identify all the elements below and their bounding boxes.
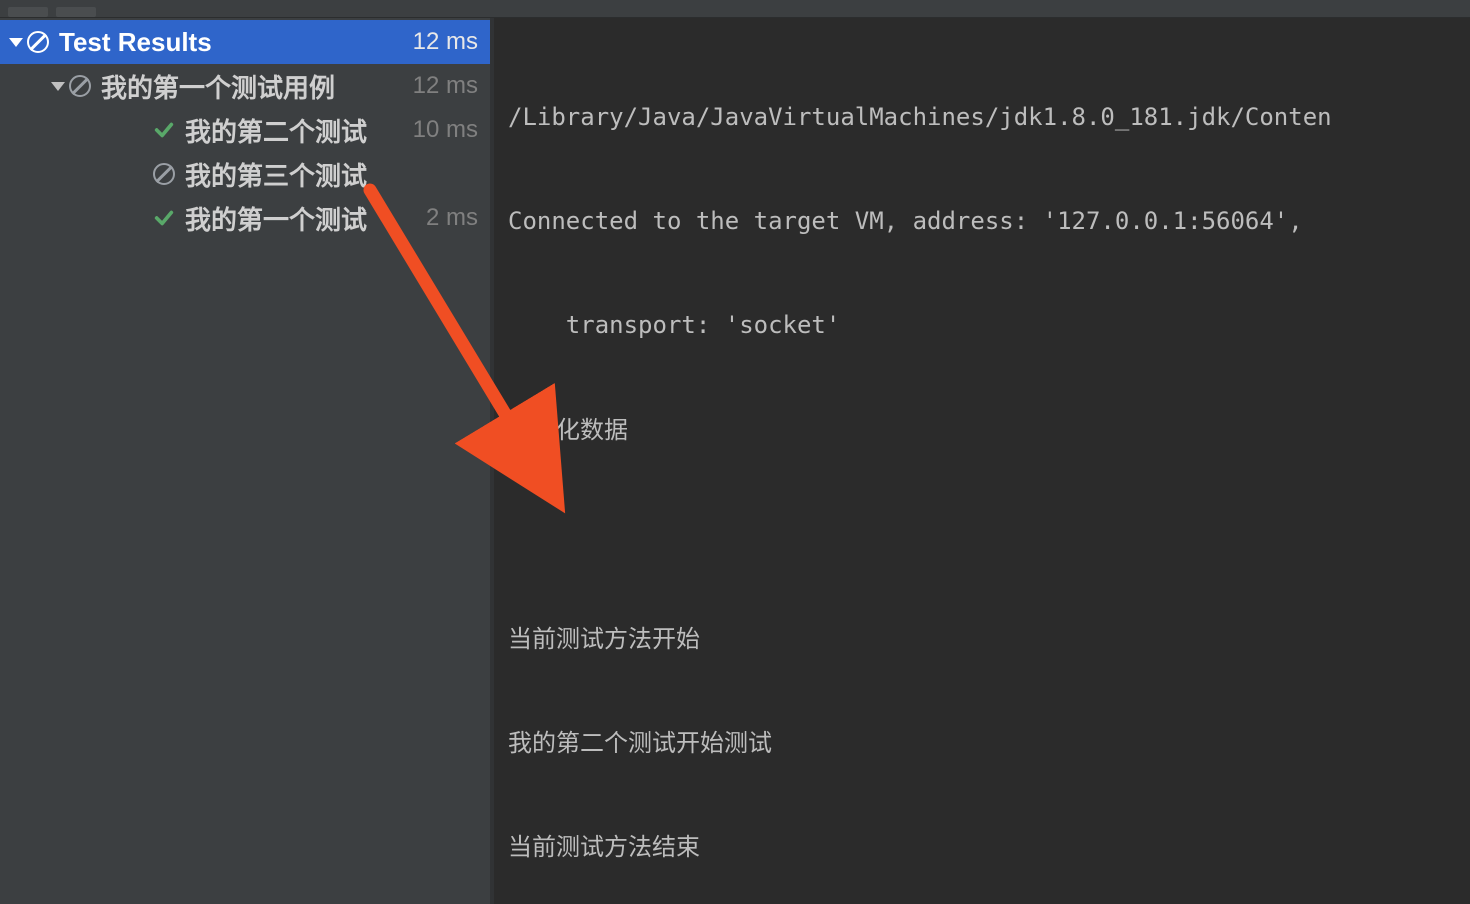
console-line: transport: 'socket' bbox=[508, 308, 1462, 343]
tree-node-root[interactable]: Test Results 12 ms bbox=[0, 20, 490, 64]
tree-node-time: 12 ms bbox=[413, 28, 478, 56]
console-line: Connected to the target VM, address: '12… bbox=[508, 204, 1462, 239]
main-split: Test Results 12 ms 我的第一个测试用例 12 ms 我的第二个… bbox=[0, 18, 1470, 904]
toolbar-strip bbox=[0, 0, 1470, 18]
tree-node-class[interactable]: 我的第一个测试用例 12 ms bbox=[0, 64, 490, 108]
skipped-icon bbox=[26, 30, 50, 54]
console-output[interactable]: /Library/Java/JavaVirtualMachines/jdk1.8… bbox=[494, 18, 1470, 904]
toolbar-placeholder bbox=[8, 7, 48, 17]
tree-node-test[interactable]: 我的第一个测试 2 ms bbox=[0, 196, 490, 240]
expander-icon[interactable] bbox=[48, 82, 68, 91]
console-line: 当前测试方法结束 bbox=[508, 830, 1462, 865]
tree-node-label: 我的第三个测试 bbox=[185, 156, 478, 193]
chevron-down-icon bbox=[51, 82, 65, 91]
skipped-icon bbox=[68, 74, 92, 98]
tree-node-label: 我的第一个测试用例 bbox=[101, 68, 413, 105]
console-line: 我的第二个测试开始测试 bbox=[508, 726, 1462, 761]
tree-node-label: Test Results bbox=[59, 27, 413, 58]
tree-node-time: 10 ms bbox=[413, 116, 478, 144]
tree-node-label: 我的第一个测试 bbox=[185, 200, 426, 237]
console-line bbox=[508, 517, 1462, 552]
console-line: /Library/Java/JavaVirtualMachines/jdk1.8… bbox=[508, 100, 1462, 135]
test-tree-panel[interactable]: Test Results 12 ms 我的第一个测试用例 12 ms 我的第二个… bbox=[0, 18, 494, 904]
tree-node-time: 2 ms bbox=[426, 204, 478, 232]
tree-node-time: 12 ms bbox=[413, 72, 478, 100]
skipped-icon bbox=[152, 162, 176, 186]
console-line: 初始化数据 bbox=[508, 413, 1462, 448]
tree-node-label: 我的第二个测试 bbox=[185, 112, 413, 149]
toolbar-placeholder bbox=[56, 7, 96, 17]
expander-icon[interactable] bbox=[6, 38, 26, 47]
pass-icon bbox=[152, 118, 176, 142]
tree-node-test[interactable]: 我的第二个测试 10 ms bbox=[0, 108, 490, 152]
pass-icon bbox=[152, 206, 176, 230]
tree-node-test[interactable]: 我的第三个测试 bbox=[0, 152, 490, 196]
chevron-down-icon bbox=[9, 38, 23, 47]
console-line: 当前测试方法开始 bbox=[508, 622, 1462, 657]
